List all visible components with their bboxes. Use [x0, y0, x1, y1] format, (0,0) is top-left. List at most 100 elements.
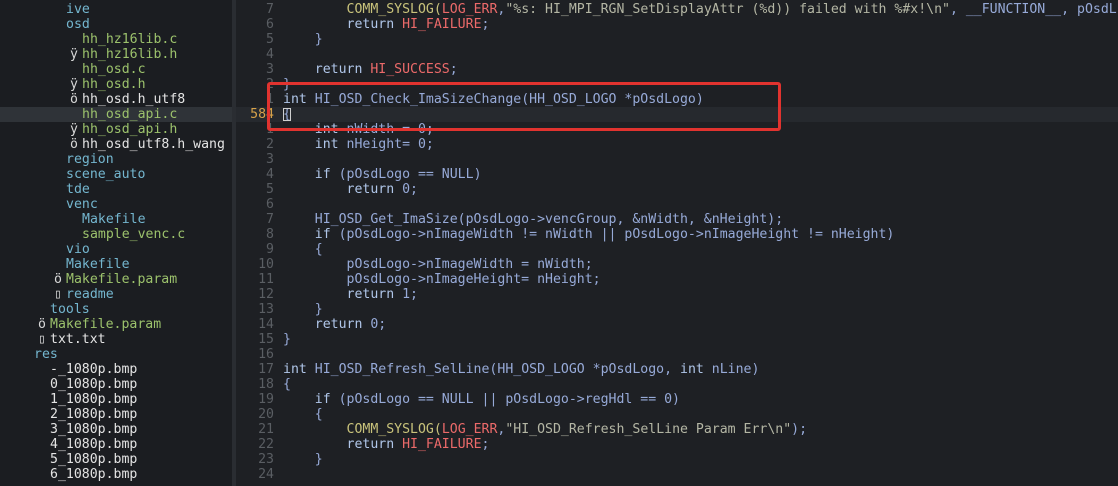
tree-item[interactable]: 0_1080p.bmp: [0, 377, 232, 392]
code-token: 1;: [402, 287, 418, 302]
tree-item[interactable]: tools: [0, 302, 232, 317]
tree-item[interactable]: hh_osd.c: [0, 62, 232, 77]
code-line[interactable]: 14 return 0;: [236, 317, 1118, 332]
code-token: {: [283, 377, 291, 392]
tree-item[interactable]: 4_1080p.bmp: [0, 437, 232, 452]
tree-item[interactable]: ▯ txt.txt: [0, 332, 232, 347]
code-line[interactable]: 21 COMM_SYSLOG(LOG_ERR,"HI_OSD_Refresh_S…: [236, 422, 1118, 437]
tree-item[interactable]: 6_1080p.bmp: [0, 467, 232, 482]
code-line[interactable]: 7 HI_OSD_Get_ImaSize(pOsdLogo->vencGroup…: [236, 212, 1118, 227]
code-token: nHeight= 0;: [346, 137, 434, 152]
tree-item-label: Makefile: [66, 257, 130, 272]
code-text: }: [283, 302, 323, 317]
tree-item[interactable]: ive: [0, 2, 232, 17]
tree-item[interactable]: Makefile: [0, 212, 232, 227]
code-editor[interactable]: 7 COMM_SYSLOG(LOG_ERR,"%s: HI_MPI_RGN_Se…: [236, 0, 1118, 486]
tree-item[interactable]: ö Makefile.param: [0, 317, 232, 332]
code-text: {: [283, 407, 323, 422]
code-line[interactable]: 3: [236, 152, 1118, 167]
tree-item[interactable]: Makefile: [0, 257, 232, 272]
code-line[interactable]: 17 int HI_OSD_Refresh_SelLine(HH_OSD_LOGO…: [236, 362, 1118, 377]
tree-item[interactable]: region: [0, 152, 232, 167]
code-line[interactable]: 13 }: [236, 302, 1118, 317]
tree-item-label: Makefile.param: [50, 317, 162, 332]
code-line[interactable]: 10 pOsdLogo->nImageWidth = nWidth;: [236, 257, 1118, 272]
code-token: (pOsdLogo == NULL): [338, 167, 482, 182]
code-token: return: [314, 317, 371, 332]
code-line[interactable]: 8 if (pOsdLogo->nImageWidth != nWidth ||…: [236, 227, 1118, 242]
tree-item[interactable]: hh_hz16lib.c: [0, 32, 232, 47]
line-number: 15: [258, 332, 274, 347]
code-line[interactable]: 24: [236, 467, 1118, 482]
line-number: 9: [266, 242, 274, 257]
code-line[interactable]: 7 COMM_SYSLOG(LOG_ERR,"%s: HI_MPI_RGN_Se…: [236, 2, 1118, 17]
code-line[interactable]: 19 if (pOsdLogo == NULL || pOsdLogo->reg…: [236, 392, 1118, 407]
code-token: ;: [481, 437, 490, 452]
tree-item[interactable]: tde: [0, 182, 232, 197]
tree-item-label: hh_osd.h: [82, 77, 146, 92]
tree-item[interactable]: ▯ readme: [0, 287, 232, 302]
code-token: ;: [481, 17, 490, 32]
code-line[interactable]: 23 }: [236, 452, 1118, 467]
file-status-icon: ö: [70, 92, 78, 107]
code-line[interactable]: 5 return 0;: [236, 182, 1118, 197]
line-number: 4: [266, 167, 274, 182]
code-line[interactable]: 6: [236, 197, 1118, 212]
code-line[interactable]: 12 return 1;: [236, 287, 1118, 302]
code-line[interactable]: 15}: [236, 332, 1118, 347]
line-number: 584: [250, 107, 274, 122]
tree-item[interactable]: venc: [0, 197, 232, 212]
code-token: HI_OSD_Refresh_SelLine(HH_OSD_LOGO *pOsd…: [314, 362, 680, 377]
tree-item[interactable]: -_1080p.bmp: [0, 362, 232, 377]
code-token: ;: [449, 62, 458, 77]
tree-item[interactable]: osd: [0, 17, 232, 32]
code-line[interactable]: 18 {: [236, 377, 1118, 392]
tree-item[interactable]: res: [0, 347, 232, 362]
tree-item-label: venc: [66, 197, 98, 212]
line-number: 16: [258, 347, 274, 362]
tree-item[interactable]: sample_venc.c: [0, 227, 232, 242]
code-text: }: [283, 77, 291, 92]
tree-item[interactable]: scene_auto: [0, 167, 232, 182]
tree-item[interactable]: 5_1080p.bmp: [0, 452, 232, 467]
code-text: int HI_OSD_Refresh_SelLine(HH_OSD_LOGO *…: [283, 362, 759, 377]
tree-item-label: vio: [66, 242, 90, 257]
code-line[interactable]: 1 int nWidth = 0;: [236, 122, 1118, 137]
tree-item[interactable]: hh_osd_api.c: [0, 107, 232, 122]
code-line[interactable]: 20 {: [236, 407, 1118, 422]
code-line[interactable]: 16: [236, 347, 1118, 362]
tree-item[interactable]: vio: [0, 242, 232, 257]
tree-item[interactable]: 2_1080p.bmp: [0, 407, 232, 422]
code-line[interactable]: 2 int nHeight= 0;: [236, 137, 1118, 152]
line-number: 23: [258, 452, 274, 467]
code-token: return: [346, 287, 403, 302]
code-line[interactable]: 4: [236, 47, 1118, 62]
file-tree-sidebar[interactable]: ive osd hh_hz16lib.c ÿ hh_hz16lib.h hh_osd.c ÿ…: [0, 0, 232, 486]
code-line[interactable]: 584{: [236, 107, 1118, 122]
code-token: "%s: HI_MPI_RGN_SetDisplayAttr (%d)) fai…: [505, 2, 950, 17]
line-number: 10: [258, 257, 274, 272]
code-line[interactable]: 5 }: [236, 32, 1118, 47]
tree-item[interactable]: ÿ hh_hz16lib.h: [0, 47, 232, 62]
code-line[interactable]: 11 pOsdLogo->nImageHeight= nHeight;: [236, 272, 1118, 287]
tree-item[interactable]: ÿ hh_osd.h: [0, 77, 232, 92]
tree-item[interactable]: ö Makefile.param: [0, 272, 232, 287]
tree-item[interactable]: ÿ hh_osd_api.h: [0, 122, 232, 137]
code-token: nWidth = 0;: [346, 122, 434, 137]
code-line[interactable]: 3 return HI_SUCCESS;: [236, 62, 1118, 77]
tree-item[interactable]: 1_1080p.bmp: [0, 392, 232, 407]
code-line[interactable]: 9 {: [236, 242, 1118, 257]
file-status-icon: ö: [38, 317, 46, 332]
code-line[interactable]: 2}: [236, 77, 1118, 92]
line-number: 1: [266, 122, 274, 137]
code-text: pOsdLogo->nImageHeight= nHeight;: [283, 272, 601, 287]
tree-item[interactable]: ö hh_osd_utf8.h_wang: [0, 137, 232, 152]
code-line[interactable]: 4 if (pOsdLogo == NULL): [236, 167, 1118, 182]
tree-item[interactable]: ö hh_osd.h_utf8: [0, 92, 232, 107]
tree-item[interactable]: 3_1080p.bmp: [0, 422, 232, 437]
code-text: return HI_FAILURE;: [283, 17, 490, 32]
code-token: "HI_OSD_Refresh_SelLine Param Err\n": [505, 422, 792, 437]
code-line[interactable]: 6 return HI_FAILURE;: [236, 17, 1118, 32]
code-line[interactable]: 1 int HI_OSD_Check_ImaSizeChange(HH_OSD_L…: [236, 92, 1118, 107]
code-line[interactable]: 22 return HI_FAILURE;: [236, 437, 1118, 452]
